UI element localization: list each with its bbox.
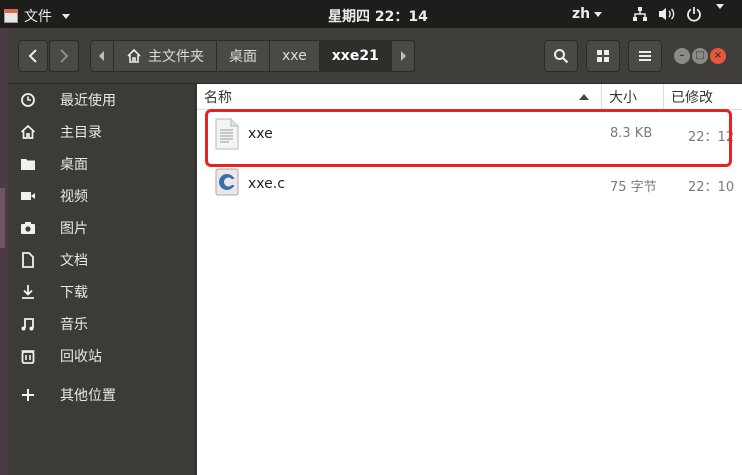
clock[interactable]: 星期四 22：14 [328, 6, 428, 26]
sidebar-item-label: 音乐 [60, 317, 88, 333]
volume-icon[interactable] [658, 4, 676, 24]
highlight-annotation [205, 109, 732, 167]
camera-icon [8, 220, 48, 236]
hamburger-icon [639, 51, 651, 61]
top-panel: 文件 星期四 22：14 zh [0, 0, 742, 28]
sidebar: 最近使用 主目录 桌面 视频 图片 文档 下载 音乐 回收站 其他位置 [8, 84, 196, 475]
chevron-left-icon [28, 49, 37, 63]
maximize-icon[interactable]: □ [692, 48, 708, 64]
sidebar-item-documents[interactable]: 文档 [8, 244, 196, 276]
column-label: 大小 [609, 89, 637, 106]
window-controls: – □ × [674, 48, 726, 64]
file-row[interactable]: xxe.c 75 字节 22：10 [197, 164, 742, 206]
trash-icon [8, 348, 48, 364]
sidebar-item-music[interactable]: 音乐 [8, 308, 196, 340]
close-icon[interactable]: × [710, 48, 726, 64]
chevron-down-icon [594, 11, 603, 17]
breadcrumb-home[interactable]: 主文件夹 [114, 41, 217, 71]
sidebar-item-downloads[interactable]: 下载 [8, 276, 196, 308]
sidebar-item-recent[interactable]: 最近使用 [8, 84, 196, 116]
app-menu-label: 文件 [24, 9, 52, 25]
sidebar-item-videos[interactable]: 视频 [8, 180, 196, 212]
sidebar-item-label: 回收站 [60, 349, 102, 365]
file-modified: 22：10 [688, 180, 735, 195]
home-icon [127, 48, 141, 63]
language-label: zh [572, 6, 591, 22]
files-app-icon [4, 9, 18, 23]
download-icon [8, 284, 48, 300]
header-bar: 主文件夹 桌面 xxe xxe21 – □ × [8, 28, 742, 84]
minimize-icon[interactable]: – [674, 48, 690, 64]
chevron-down-icon [62, 13, 70, 19]
sidebar-item-label: 主目录 [60, 125, 102, 141]
caret-right-icon [400, 51, 406, 61]
sidebar-item-label: 视频 [60, 189, 88, 205]
video-icon [8, 188, 48, 204]
column-label: 名称 [204, 89, 232, 106]
sidebar-item-other-locations[interactable]: 其他位置 [8, 379, 196, 411]
breadcrumb-desktop[interactable]: 桌面 [217, 41, 270, 71]
column-label: 已修改 [671, 89, 713, 106]
sidebar-item-label: 下载 [60, 285, 88, 301]
system-tray [632, 4, 724, 24]
document-icon [8, 252, 48, 268]
breadcrumb-label: 主文件夹 [148, 49, 204, 65]
grid-view-icon [597, 50, 609, 62]
music-icon [8, 316, 48, 332]
file-name: xxe.c [248, 176, 285, 192]
folder-icon [8, 156, 48, 172]
sidebar-item-label: 最近使用 [60, 93, 116, 109]
launcher-item[interactable] [0, 188, 5, 248]
column-header-modified[interactable]: 已修改 [664, 84, 742, 110]
sidebar-item-desktop[interactable]: 桌面 [8, 148, 196, 180]
column-header-name[interactable]: 名称 [197, 84, 602, 110]
menu-button[interactable] [628, 40, 662, 72]
sidebar-item-home[interactable]: 主目录 [8, 116, 196, 148]
sidebar-item-label: 图片 [60, 221, 88, 237]
search-icon [554, 49, 569, 64]
input-method-indicator[interactable]: zh [572, 6, 603, 22]
file-size: 75 字节 [610, 180, 657, 195]
breadcrumb-scroll-right[interactable] [392, 41, 414, 71]
sidebar-item-label: 文档 [60, 253, 88, 269]
clock-icon [8, 92, 48, 108]
app-menu[interactable]: 文件 [4, 6, 70, 26]
breadcrumb-xxe[interactable]: xxe [270, 41, 320, 71]
breadcrumb-label: xxe21 [331, 48, 379, 64]
sidebar-item-label: 其他位置 [60, 388, 116, 404]
power-icon[interactable] [686, 4, 702, 24]
breadcrumb: 主文件夹 桌面 xxe xxe21 [90, 40, 415, 72]
network-icon[interactable] [632, 4, 648, 24]
view-toggle-button[interactable] [586, 40, 620, 72]
sidebar-item-label: 桌面 [60, 157, 88, 173]
chevron-down-icon[interactable] [716, 4, 724, 24]
plus-icon [8, 388, 48, 402]
breadcrumb-label: xxe [282, 48, 307, 64]
back-button[interactable] [18, 40, 48, 72]
breadcrumb-label: 桌面 [229, 49, 257, 65]
forward-button[interactable] [49, 40, 79, 72]
c-source-file-icon [215, 168, 239, 200]
chevron-right-icon [60, 49, 69, 63]
launcher [0, 28, 8, 475]
home-icon [8, 124, 48, 140]
caret-left-icon [99, 51, 104, 61]
column-header-size[interactable]: 大小 [602, 84, 664, 110]
search-button[interactable] [544, 40, 578, 72]
sort-ascending-icon [579, 94, 589, 100]
sidebar-item-pictures[interactable]: 图片 [8, 212, 196, 244]
breadcrumb-current[interactable]: xxe21 [319, 41, 392, 71]
breadcrumb-scroll-left[interactable] [91, 41, 114, 71]
sidebar-item-trash[interactable]: 回收站 [8, 340, 196, 372]
